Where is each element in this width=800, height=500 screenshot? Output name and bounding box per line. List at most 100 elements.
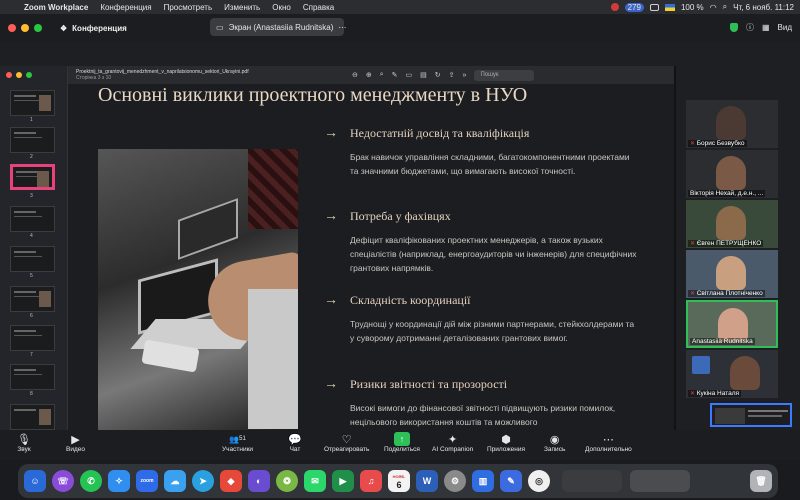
challenge-heading: Недостатній досвід та кваліфікація [350,126,530,140]
ai-app-icon[interactable]: ◐ [248,470,270,492]
participants-button[interactable]: 👥 51 Участники [222,432,253,454]
info-icon[interactable]: ⓘ [746,22,754,33]
facetime-icon[interactable]: ▶ [332,470,354,492]
page-thumbnail[interactable] [10,127,55,153]
page-thumbnail[interactable] [10,364,55,390]
record-button[interactable]: ◉ Запись [544,432,565,454]
close-window-icon[interactable] [8,24,16,32]
view-button[interactable]: Вид [778,23,792,32]
minimize-window-icon[interactable] [21,24,29,32]
menu-help[interactable]: Справка [297,3,340,12]
camera-icon: ▶ [71,433,80,446]
recent-window-thumbs-2[interactable] [630,470,690,492]
ai-companion-button[interactable]: ✦ AI Companion [432,432,473,454]
participant-tile[interactable]: ✕ Кукіна Наталя [686,350,778,398]
thumbnail-number: 3 [30,193,33,199]
video-button[interactable]: ▶ Видео [66,432,85,454]
slide: Основні виклики проектного менеджменту в… [68,84,674,430]
viber-icon[interactable]: ☏ [52,470,74,492]
thumbnail-number: 6 [30,313,33,319]
page-thumbnail[interactable] [10,90,55,116]
keyboard-flag-icon[interactable] [664,3,675,11]
zoom-out-icon[interactable]: ⊖ [352,71,358,79]
menu-conference[interactable]: Конференция [94,3,157,12]
telegram-icon[interactable]: ➤ [192,470,214,492]
wifi-icon[interactable]: ◠ [710,3,717,12]
page-thumbnail[interactable] [10,325,55,351]
share-icon[interactable]: ⇪ [449,71,455,79]
react-button[interactable]: ♡ Отреагировать [324,432,369,454]
self-view-preview[interactable] [710,403,792,427]
keynote-icon[interactable]: ▥ [472,470,494,492]
chrome-icon[interactable]: ◎ [528,470,550,492]
recording-icon[interactable] [610,3,619,11]
menu-app-name[interactable]: Zoom Workplace [18,3,94,12]
participant-panel: ✕ Борис Безвубко Вікторія Нехай, д.е.н.,… [686,100,778,400]
magnifier-icon[interactable]: ⌕ [380,71,384,79]
music-icon[interactable]: ♫ [360,470,382,492]
anydesk-icon[interactable]: ◆ [220,470,242,492]
notes-icon[interactable]: ✎ [500,470,522,492]
expand-icon[interactable]: » [463,72,467,79]
messages-icon[interactable]: ✉ [304,470,326,492]
page-thumbnail-selected[interactable] [10,164,55,190]
zoom-in-icon[interactable]: ⊕ [366,71,372,79]
zoom-app-icon[interactable]: zoom [136,470,158,492]
pdf-maximize-icon[interactable] [26,72,32,78]
page-thumbnail[interactable] [10,246,55,272]
recent-window-thumbs[interactable] [562,470,622,492]
mic-muted-icon: ✕ [690,141,697,147]
settings-icon[interactable]: ⚙ [444,470,466,492]
whatsapp-icon[interactable]: ✆ [80,470,102,492]
search-icon[interactable]: ⌕ [723,2,727,12]
badge-count: 279 [624,2,644,12]
mic-muted-icon: ✕ [690,241,697,247]
menu-edit[interactable]: Изменить [218,3,266,12]
participant-tile[interactable]: ✕ Борис Безвубко [686,100,778,148]
page-thumbnail[interactable] [10,206,55,232]
markup-icon[interactable]: ✎ [392,71,398,79]
menu-view[interactable]: Просмотреть [158,3,219,12]
clock[interactable]: Чт, 6 нояб. 11:12 [733,3,794,12]
cloud-icon[interactable]: ☁ [164,470,186,492]
thumbnail-number: 4 [30,233,33,239]
rotate-icon[interactable]: ↻ [435,71,441,79]
app-icon[interactable]: ❂ [276,470,298,492]
chat-button[interactable]: 💬 Чат [287,432,303,454]
security-shield-icon[interactable] [729,23,738,32]
participant-tile-active-speaker[interactable]: Anastasiia Rudnitska [686,300,778,348]
challenge-heading: Складність координації [350,293,471,307]
maximize-window-icon[interactable] [34,24,42,32]
screen-share-indicator[interactable]: ▭ Экран (Anastasiia Rudnitska) ⋯ [210,18,346,36]
finder-icon[interactable]: ☺ [24,470,46,492]
menu-window[interactable]: Окно [266,3,297,12]
note-icon[interactable]: ▤ [420,71,427,79]
rect-icon[interactable]: ▭ [406,71,413,79]
dock-tray: ☺ ☏ ✆ ✧ zoom ☁ ➤ ◆ ◐ ❂ ✉ ▶ ♫ НОЯБ. 6 W ⚙ … [18,464,778,498]
share-arrow-icon: ↑ [393,432,410,446]
display-icon[interactable] [649,3,659,11]
share-button[interactable]: ↑ Поделиться [384,432,420,453]
more-button[interactable]: ⋯ Дополнительно [585,432,632,454]
calendar-icon[interactable]: НОЯБ. 6 [388,470,410,492]
pdf-close-icon[interactable] [6,72,12,78]
word-icon[interactable]: W [416,470,438,492]
pdf-search-input[interactable]: Пошук [474,69,535,81]
audio-button[interactable]: 🎙 Звук [16,432,32,454]
page-thumbnail[interactable] [10,404,55,430]
pdf-minimize-icon[interactable] [16,72,22,78]
more-dots-icon: ⋯ [602,433,614,446]
safari-icon[interactable]: ✧ [108,470,130,492]
apps-button[interactable]: ⬢ Приложения [487,432,525,454]
zoombar-right: ⓘ ▦ Вид [729,22,792,33]
trash-icon[interactable]: 🗑 [750,470,772,492]
more-icon[interactable]: ⋯ [338,23,346,32]
participant-tile[interactable]: ✕ Євген ПЕТРУЩЕНКО [686,200,778,248]
participant-tile[interactable]: Вікторія Нехай, д.е.н., ... [686,150,778,198]
battery-label[interactable]: 100 % [681,3,704,12]
challenge-text: Труднощі у координації дій між різними п… [350,319,635,343]
paw-icon: ❖ [60,23,68,33]
participant-tile[interactable]: ✕ Світлана Плотніченко [686,250,778,298]
grid-icon[interactable]: ▦ [762,23,770,32]
page-thumbnail[interactable] [10,286,55,312]
